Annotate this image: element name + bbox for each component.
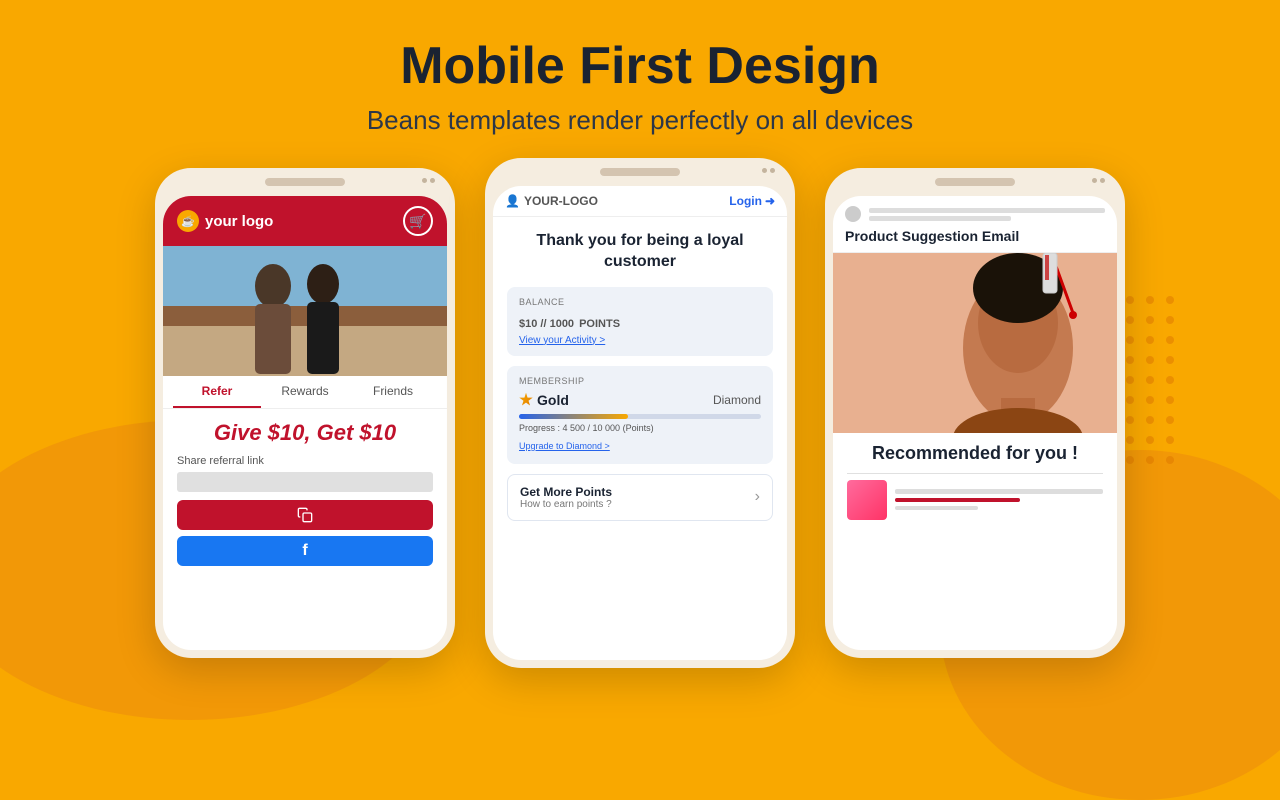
get-points-title: Get More Points	[520, 485, 612, 499]
phone1-hero-image	[163, 246, 447, 376]
phone2-logo: 👤 YOUR-LOGO	[505, 194, 598, 208]
share-label: Share referral link	[177, 455, 433, 467]
product-line-1	[895, 489, 1103, 494]
cart-button[interactable]: 🛒	[403, 206, 433, 236]
facebook-icon: f	[302, 542, 307, 560]
phone1-header: ☕ your logo 🛒	[163, 196, 447, 246]
get-points-card[interactable]: Get More Points How to earn points ? ›	[507, 474, 773, 521]
phone-product: Product Suggestion Email	[825, 168, 1125, 658]
logo-text: your logo	[205, 213, 273, 230]
phone3-content: Product Suggestion Email	[833, 196, 1117, 650]
copy-button[interactable]	[177, 500, 433, 530]
phone-speaker-3	[1092, 178, 1105, 183]
product-suggestion-title: Product Suggestion Email	[845, 228, 1105, 244]
recommended-text: Recommended for you !	[847, 443, 1103, 465]
topbar-line-1	[869, 208, 1105, 213]
progress-fill	[519, 414, 628, 419]
view-activity-link[interactable]: View your Activity >	[519, 335, 761, 346]
phone-notch-3	[935, 178, 1015, 186]
product-line-price	[895, 498, 1020, 502]
gold-tier: Gold	[519, 392, 569, 408]
phones-container: ☕ your logo 🛒	[0, 168, 1280, 668]
phone-speaker-1	[422, 178, 435, 183]
phone-speaker-2	[762, 168, 775, 173]
share-input[interactable]	[177, 472, 433, 492]
phone1-body: Give $10, Get $10 Share referral link f	[163, 409, 447, 574]
phone2-body: Thank you for being a loyal customer BAL…	[493, 217, 787, 529]
phone1-logo: ☕ your logo	[177, 210, 273, 232]
membership-label: MEMBERSHIP	[519, 376, 761, 386]
diamond-tier: Diamond	[713, 393, 761, 407]
login-button[interactable]: Login ➜	[729, 194, 775, 208]
get-points-text: Get More Points How to earn points ?	[520, 485, 612, 510]
phone-loyalty: 👤 YOUR-LOGO Login ➜ Thank you for being …	[485, 158, 795, 668]
divider	[847, 473, 1103, 474]
phone1-tabs: Refer Rewards Friends	[163, 376, 447, 409]
page-header: Mobile First Design Beans templates rend…	[0, 0, 1280, 136]
product-thumbnail	[847, 480, 887, 520]
phone2-header: 👤 YOUR-LOGO Login ➜	[493, 186, 787, 217]
phone3-topbar	[845, 206, 1105, 222]
tab-friends[interactable]: Friends	[349, 376, 437, 408]
phone-referral: ☕ your logo 🛒	[155, 168, 455, 658]
page-title: Mobile First Design	[0, 38, 1280, 95]
balance-card: BALANCE $10 // 1000 POINTS View your Act…	[507, 287, 773, 356]
phone3-body: Recommended for you !	[833, 433, 1117, 530]
topbar-lines	[869, 208, 1105, 221]
logo-icon: ☕	[177, 210, 199, 232]
star-icon	[519, 393, 533, 407]
phone2-content: 👤 YOUR-LOGO Login ➜ Thank you for being …	[493, 186, 787, 660]
hero-placeholder	[163, 246, 447, 376]
thank-you-text: Thank you for being a loyal customer	[507, 231, 773, 273]
phone-notch-2	[600, 168, 680, 176]
product-info-lines	[895, 489, 1103, 510]
product-line-2	[895, 506, 978, 510]
phone-notch-1	[265, 178, 345, 186]
promo-text: Give $10, Get $10	[177, 421, 433, 445]
phone3-hero-image	[833, 253, 1117, 433]
phone1-content: ☕ your logo 🛒	[163, 196, 447, 650]
beauty-placeholder	[833, 253, 1117, 433]
membership-card: MEMBERSHIP Gold Diamond Progress : 4 500…	[507, 366, 773, 464]
chevron-right-icon: ›	[755, 488, 760, 506]
balance-value: $10 // 1000 POINTS	[519, 311, 761, 332]
membership-tier-row: Gold Diamond	[519, 392, 761, 408]
facebook-button[interactable]: f	[177, 536, 433, 566]
tab-rewards[interactable]: Rewards	[261, 376, 349, 408]
balance-label: BALANCE	[519, 297, 761, 307]
topbar-line-2	[869, 216, 1011, 221]
phone3-header: Product Suggestion Email	[833, 196, 1117, 253]
get-points-subtitle: How to earn points ?	[520, 499, 612, 510]
upgrade-link[interactable]: Upgrade to Diamond >	[519, 441, 610, 451]
tab-refer[interactable]: Refer	[173, 376, 261, 408]
page-subtitle: Beans templates render perfectly on all …	[0, 105, 1280, 136]
avatar	[845, 206, 861, 222]
progress-bar	[519, 414, 761, 419]
product-mini-card	[847, 480, 1103, 520]
progress-text: Progress : 4 500 / 10 000 (Points)	[519, 423, 761, 433]
